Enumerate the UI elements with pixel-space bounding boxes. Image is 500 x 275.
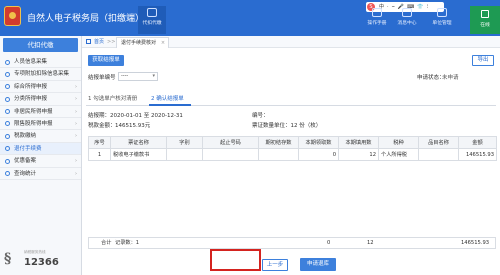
sidebar-item-fee-refund[interactable]: 退付手续费: [0, 142, 81, 156]
highlight-box: [210, 249, 261, 271]
doc-icon: [5, 84, 10, 90]
sidebar-item-category-income[interactable]: 分类所得申报 ›: [0, 93, 81, 106]
sidebar-item-nonresident-income[interactable]: 非居民所得申报 ›: [0, 106, 81, 118]
report-no-label: 结报单编号: [88, 75, 116, 81]
sidebar-item-preferential-filing[interactable]: 优惠备案 ›: [0, 155, 81, 168]
chevron-right-icon: ›: [75, 96, 77, 103]
bell-icon: [402, 8, 412, 17]
app-title: 自然人电子税务局（扣缴端）: [27, 14, 145, 24]
step-1[interactable]: 1 勾选单户核对清册: [88, 93, 137, 105]
doc-icon: [5, 109, 10, 115]
fetch-report-button[interactable]: 获取结报单: [88, 55, 124, 66]
export-button[interactable]: 导出: [472, 55, 494, 66]
chevron-right-icon: ›: [75, 83, 77, 90]
chevron-right-icon: ›: [75, 158, 77, 165]
sidebar-item-restricted-shares[interactable]: 限售股所得申报 ›: [0, 118, 81, 131]
apply-refund-button[interactable]: 申请退库: [300, 258, 336, 271]
refund-icon: [5, 146, 10, 152]
sidebar-item-query-stats[interactable]: 查询统计 ›: [0, 168, 81, 180]
message-center-button[interactable]: 消息中心: [394, 6, 420, 34]
person-icon: [5, 59, 10, 65]
tab-fee-refund-check[interactable]: 退付手续费核对 ×: [116, 37, 170, 49]
home-icon[interactable]: [86, 39, 91, 44]
status-value: 未申请: [442, 75, 459, 81]
sidebar-header: 代扣代缴: [3, 38, 78, 52]
tax-hotline: § 纳税服务热线 12366: [4, 250, 59, 268]
online-icon: [481, 10, 489, 18]
period-value: 2020-01-01 至 2020-12-31: [110, 113, 183, 119]
table-footer: 合计 记录数：1 0 12 146515.93: [88, 237, 496, 249]
status-label: 申请状态：: [417, 75, 445, 81]
building-icon: [437, 8, 447, 17]
prev-step-button[interactable]: 上一步: [262, 259, 288, 271]
doc-icon: [5, 121, 10, 127]
number-label: 编号：: [252, 113, 269, 119]
chevron-right-icon: ›: [75, 170, 77, 177]
list-icon: [5, 71, 10, 77]
refund-table: 序号 票证名称 字别 起止号码 期初结存数 本期领取数 本期填用数 税种 品目名…: [88, 136, 497, 161]
top-bar: 自然人电子税务局（扣缴端） 代扣代缴 S 中 · ⌣ 🎤 ⌨ 👕 ⁝ 操作手册 消息中心 单位…: [0, 0, 500, 36]
tax-emblem-logo: [4, 6, 21, 26]
period-label: 结报期：: [88, 113, 111, 119]
star-icon: [5, 158, 10, 164]
sidebar-item-special-deduction[interactable]: 专项附加扣除信息采集: [0, 68, 81, 81]
chevron-right-icon: ›: [75, 133, 77, 140]
breadcrumb-home[interactable]: 首页: [94, 36, 104, 48]
sidebar-item-comprehensive-income[interactable]: 综合所得申报 ›: [0, 81, 81, 94]
doc-icon: [5, 96, 10, 102]
main-content: 首页 >> 退付手续费核对 × 获取结报单 导出 结报单编号 ---- 申请状态…: [82, 36, 500, 275]
sidebar-item-tax-payment[interactable]: 税款缴纳 ›: [0, 130, 81, 143]
sidebar-item-person-info[interactable]: 人员信息采集: [0, 56, 81, 69]
report-no-select[interactable]: ----: [118, 72, 158, 81]
online-status-button[interactable]: 在线: [470, 6, 500, 34]
table-row[interactable]: 1 税收电子缴款书 0 12 个人所得税 146515.93: [88, 148, 497, 161]
chevron-right-icon: ›: [75, 120, 77, 127]
table-header: 序号 票证名称 字别 起止号码 期初结存数 本期领取数 本期填用数 税种 品目名…: [88, 136, 497, 149]
book-icon: [372, 8, 382, 17]
sidebar: 代扣代缴 人员信息采集 专项附加扣除信息采集 综合所得申报 › 分类所得申报 ›…: [0, 36, 82, 275]
breadcrumb: 首页 >> 退付手续费核对 ×: [82, 36, 500, 48]
search-icon: [5, 171, 10, 177]
hotline-logo-icon: §: [4, 251, 12, 267]
amount-value: 146515.93元: [115, 123, 151, 129]
amount-label: 税款金额：: [88, 123, 116, 129]
unit-management-button[interactable]: 单位管理: [428, 6, 456, 34]
ticket-count: 票证数量单位：12 份（枚）: [252, 123, 322, 129]
tab-withholding[interactable]: 代扣代缴: [138, 6, 166, 34]
chevron-right-icon: ›: [75, 108, 77, 115]
close-icon[interactable]: ×: [161, 38, 165, 49]
money-icon: [5, 133, 10, 139]
manual-button[interactable]: 操作手册: [364, 6, 390, 34]
withholding-icon: [147, 8, 157, 17]
